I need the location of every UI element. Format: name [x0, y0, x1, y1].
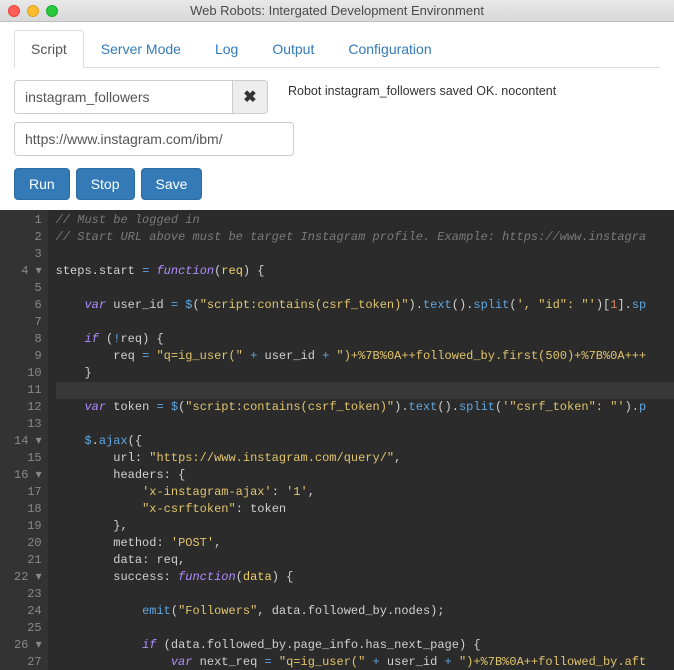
- window-title: Web Robots: Intergated Development Envir…: [0, 3, 674, 18]
- run-button[interactable]: Run: [14, 168, 70, 200]
- code-line[interactable]: [56, 246, 674, 263]
- save-button[interactable]: Save: [141, 168, 203, 200]
- tab-output[interactable]: Output: [255, 30, 331, 68]
- tab-bar: Script Server Mode Log Output Configurat…: [14, 30, 660, 68]
- robot-name-group: ✖: [14, 80, 268, 114]
- code-line[interactable]: 'x-instagram-ajax': '1',: [56, 484, 674, 501]
- tab-configuration[interactable]: Configuration: [331, 30, 448, 68]
- code-line[interactable]: [56, 620, 674, 637]
- code-editor[interactable]: 1234 ▾567891011121314 ▾1516 ▾17181920212…: [0, 210, 674, 670]
- code-line[interactable]: emit("Followers", data.followed_by.nodes…: [56, 603, 674, 620]
- code-line[interactable]: [56, 280, 674, 297]
- code-line[interactable]: method: 'POST',: [56, 535, 674, 552]
- tab-script[interactable]: Script: [14, 30, 84, 68]
- code-line[interactable]: "x-csrftoken": token: [56, 501, 674, 518]
- code-line[interactable]: if (data.followed_by.page_info.has_next_…: [56, 637, 674, 654]
- code-line[interactable]: headers: {: [56, 467, 674, 484]
- code-line[interactable]: steps.start = function(req) {: [56, 263, 674, 280]
- line-gutter: 1234 ▾567891011121314 ▾1516 ▾17181920212…: [0, 210, 48, 670]
- code-line[interactable]: var next_req = "q=ig_user(" + user_id + …: [56, 654, 674, 670]
- code-line[interactable]: [56, 586, 674, 603]
- code-area[interactable]: // Must be logged in// Start URL above m…: [48, 210, 674, 670]
- code-line[interactable]: if (!req) {: [56, 331, 674, 348]
- code-line[interactable]: url: "https://www.instagram.com/query/",: [56, 450, 674, 467]
- code-line[interactable]: [56, 314, 674, 331]
- titlebar: Web Robots: Intergated Development Envir…: [0, 0, 674, 22]
- code-line[interactable]: // Must be logged in: [56, 212, 674, 229]
- code-line[interactable]: [56, 416, 674, 433]
- code-line[interactable]: },: [56, 518, 674, 535]
- code-line[interactable]: [56, 382, 674, 399]
- code-line[interactable]: data: req,: [56, 552, 674, 569]
- code-line[interactable]: success: function(data) {: [56, 569, 674, 586]
- start-url-input[interactable]: [14, 122, 294, 156]
- robot-name-input[interactable]: [14, 80, 232, 114]
- code-line[interactable]: // Start URL above must be target Instag…: [56, 229, 674, 246]
- code-line[interactable]: }: [56, 365, 674, 382]
- stop-button[interactable]: Stop: [76, 168, 135, 200]
- code-line[interactable]: $.ajax({: [56, 433, 674, 450]
- status-message: Robot instagram_followers saved OK. noco…: [288, 80, 556, 98]
- code-line[interactable]: req = "q=ig_user(" + user_id + ")+%7B%0A…: [56, 348, 674, 365]
- tab-log[interactable]: Log: [198, 30, 255, 68]
- code-line[interactable]: var token = $("script:contains(csrf_toke…: [56, 399, 674, 416]
- clear-name-button[interactable]: ✖: [232, 80, 268, 114]
- tab-server-mode[interactable]: Server Mode: [84, 30, 198, 68]
- code-line[interactable]: var user_id = $("script:contains(csrf_to…: [56, 297, 674, 314]
